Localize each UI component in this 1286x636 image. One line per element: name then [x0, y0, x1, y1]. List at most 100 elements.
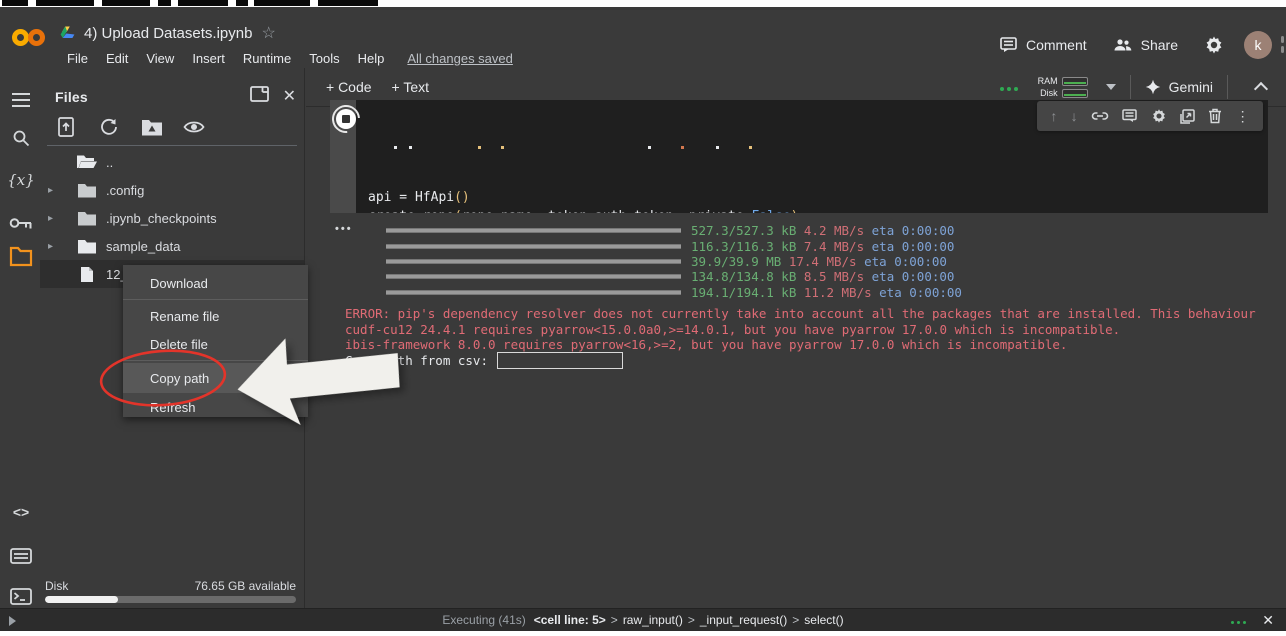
- tree-row-sample-data[interactable]: ▸ sample_data: [40, 232, 304, 260]
- folder-icon: [76, 239, 98, 254]
- menu-tools[interactable]: Tools: [300, 51, 348, 66]
- move-cell-up-icon[interactable]: ↑: [1050, 108, 1057, 124]
- delete-cell-trash-icon[interactable]: [1208, 108, 1222, 124]
- expand-caret-icon[interactable]: ▸: [48, 185, 53, 196]
- mount-drive-icon[interactable]: [140, 115, 164, 139]
- tree-row-parent[interactable]: ..: [40, 148, 304, 176]
- menu-file[interactable]: File: [58, 51, 97, 66]
- add-text-button[interactable]: + Text: [392, 79, 430, 95]
- close-panel-icon[interactable]: ✕: [283, 86, 296, 106]
- error-output: ERROR: pip's dependency resolver does no…: [345, 306, 1286, 353]
- tree-row-config[interactable]: ▸ .config: [40, 176, 304, 204]
- refresh-icon[interactable]: [97, 115, 121, 139]
- upload-file-icon[interactable]: [54, 115, 78, 139]
- context-menu-copy-path[interactable]: Copy path: [123, 363, 308, 393]
- disk-label: Disk: [45, 579, 68, 593]
- star-icon[interactable]: ☆: [261, 23, 275, 43]
- disk-available: 76.65 GB available: [195, 579, 296, 593]
- executing-status: Executing (41s): [442, 613, 525, 627]
- status-dots-icon: [1228, 613, 1246, 627]
- cell-settings-gear-icon[interactable]: [1151, 108, 1167, 124]
- add-code-button[interactable]: + Code: [326, 79, 372, 95]
- cell-line-status: <cell line: 5>: [534, 613, 606, 627]
- notebook-title[interactable]: 4) Upload Datasets.ipynb: [84, 25, 252, 42]
- file-context-menu: Download Rename file Delete file Copy pa…: [123, 265, 308, 417]
- progress-bar: [386, 260, 681, 263]
- folder-icon: [76, 211, 98, 226]
- table-of-contents-icon[interactable]: [8, 88, 34, 112]
- hidden-files-eye-icon[interactable]: [182, 115, 206, 139]
- runtime-dropdown-icon[interactable]: [1106, 84, 1116, 90]
- trace-frame: _input_request(): [700, 613, 787, 627]
- trace-frame: select(): [804, 613, 843, 627]
- menu-help[interactable]: Help: [349, 51, 394, 66]
- ram-bar: [1062, 77, 1088, 86]
- files-folder-icon[interactable]: [8, 244, 34, 268]
- progress-bar: [386, 291, 681, 294]
- collapse-toolbar-icon[interactable]: [1254, 82, 1268, 96]
- trace-frame: raw_input(): [623, 613, 683, 627]
- header: 4) Upload Datasets.ipynb ☆ File Edit Vie…: [0, 7, 1286, 68]
- dock-panel-icon[interactable]: [250, 86, 269, 106]
- context-menu-download[interactable]: Download: [123, 269, 308, 297]
- tree-row-ipynb-checkpoints[interactable]: ▸ .ipynb_checkpoints: [40, 204, 304, 232]
- progress-line: 134.8/134.8 kB 8.5 MB/s eta 0:00:00: [386, 269, 978, 284]
- expand-terminal-icon[interactable]: [9, 616, 16, 626]
- secrets-key-icon[interactable]: [8, 211, 34, 235]
- save-status[interactable]: All changes saved: [407, 51, 513, 66]
- comment-cell-icon[interactable]: [1122, 109, 1137, 123]
- disk-usage: Disk 76.65 GB available: [45, 579, 296, 603]
- progress-line: 116.3/116.3 kB 7.4 MB/s eta 0:00:00: [386, 238, 978, 253]
- connecting-dots-icon: [997, 78, 1018, 96]
- screenshot-artifact: [0, 0, 1286, 7]
- link-to-cell-icon[interactable]: [1091, 110, 1109, 122]
- menubar: File Edit View Insert Runtime Tools Help…: [58, 51, 513, 66]
- pip-progress-output: 527.3/527.3 kB 4.2 MB/s eta 0:00:00 116.…: [386, 223, 978, 300]
- output-options-dots-icon[interactable]: •••: [335, 223, 353, 235]
- error-line: ibis-framework 8.0.0 requires pyarrow<16…: [345, 337, 1286, 353]
- code-snippets-icon[interactable]: <>: [8, 500, 34, 524]
- folder-icon: [76, 183, 98, 198]
- command-palette-icon[interactable]: [8, 544, 34, 568]
- gemini-button[interactable]: Gemini: [1145, 79, 1213, 95]
- settings-gear-icon[interactable]: [1204, 35, 1224, 55]
- context-menu-delete-file[interactable]: Delete file: [123, 330, 308, 358]
- input-prompt-label: Copy path from csv:: [345, 353, 488, 368]
- csv-path-input[interactable]: [497, 352, 623, 369]
- progress-line: 39.9/39.9 MB 17.4 MB/s eta 0:00:00: [386, 254, 978, 269]
- sidebar-rail: {x} <>: [0, 68, 40, 608]
- colab-logo-icon[interactable]: [12, 25, 52, 51]
- progress-bar: [386, 245, 681, 248]
- context-menu-refresh[interactable]: Refresh: [123, 393, 308, 417]
- comment-button[interactable]: Comment: [1000, 37, 1087, 53]
- cell-more-options-icon[interactable]: ⋮: [1236, 108, 1250, 125]
- open-folder-icon: [76, 154, 98, 170]
- menu-edit[interactable]: Edit: [97, 51, 137, 66]
- resource-gauge[interactable]: RAM Disk: [1034, 76, 1088, 98]
- error-line: cudf-cu12 24.4.1 requires pyarrow<15.0.0…: [345, 322, 1286, 338]
- mirror-cell-icon[interactable]: [1180, 109, 1195, 124]
- file-icon: [76, 266, 98, 283]
- progress-bar: [386, 275, 681, 278]
- expand-caret-icon[interactable]: ▸: [48, 213, 53, 224]
- progress-line: 194.1/194.1 kB 11.2 MB/s eta 0:00:00: [386, 285, 978, 300]
- terminal-icon[interactable]: [8, 584, 34, 608]
- gemini-sparkle-icon: [1145, 79, 1161, 95]
- comment-icon: [1000, 37, 1018, 53]
- disk-usage-bar: [45, 596, 296, 603]
- search-icon[interactable]: [8, 126, 34, 150]
- menu-insert[interactable]: Insert: [183, 51, 234, 66]
- menu-view[interactable]: View: [137, 51, 183, 66]
- context-menu-rename-file[interactable]: Rename file: [123, 302, 308, 330]
- variables-icon[interactable]: {x}: [8, 168, 34, 192]
- expand-caret-icon[interactable]: ▸: [48, 241, 53, 252]
- avatar[interactable]: k: [1244, 31, 1272, 59]
- move-cell-down-icon[interactable]: ↓: [1071, 108, 1078, 124]
- share-button[interactable]: Share: [1113, 37, 1178, 53]
- files-panel-title: Files: [55, 89, 88, 105]
- colab-window: 4) Upload Datasets.ipynb ☆ File Edit Vie…: [0, 7, 1286, 631]
- people-icon: [1113, 38, 1133, 52]
- clipped-code-line: [368, 145, 1268, 150]
- menu-runtime[interactable]: Runtime: [234, 51, 300, 66]
- close-status-icon[interactable]: ✕: [1262, 612, 1274, 629]
